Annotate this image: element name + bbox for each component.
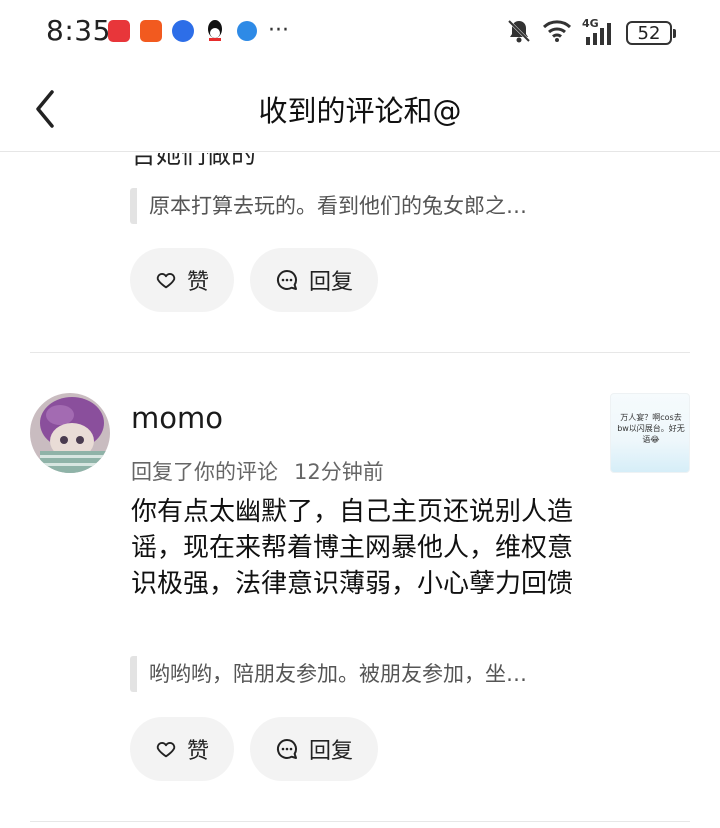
battery-indicator: 52 <box>626 21 676 45</box>
qq-icon <box>204 19 226 43</box>
avatar[interactable] <box>30 393 110 473</box>
comment-text-partial: 告她们做的 <box>131 153 257 169</box>
comment-meta: 回复了你的评论 12分钟前 <box>131 456 384 486</box>
post-thumbnail[interactable]: 万人宴？啊cos去bw以闪展台。好无语😂 <box>610 393 690 473</box>
nav-bar: 收到的评论和@ <box>0 66 720 152</box>
like-label: 赞 <box>186 739 209 764</box>
heart-icon <box>156 273 176 289</box>
heart-icon <box>156 742 176 758</box>
status-right: 4G 52 <box>506 17 676 48</box>
maps-app-icon <box>172 20 194 42</box>
wifi-icon <box>542 19 572 47</box>
status-bar: 8:35 ··· 4G 52 <box>0 0 720 66</box>
like-button[interactable]: 赞 <box>130 248 234 312</box>
comment-action: 回复了你的评论 <box>131 460 278 484</box>
comment-list[interactable]: 告她们做的 原本打算去玩的。看到他们的兔女郎之… 赞 回复 momo 回复了你的… <box>0 153 720 828</box>
news-app-icon <box>108 20 130 42</box>
quoted-comment[interactable]: 哟哟哟，陪朋友参加。被朋友参加，坐… <box>130 656 527 692</box>
comment-bubble-icon <box>276 738 297 759</box>
browser-icon <box>237 21 257 41</box>
reply-button[interactable]: 回复 <box>250 717 378 781</box>
divider <box>30 821 690 822</box>
post-thumbnail-text: 万人宴？啊cos去bw以闪展台。好无语😂 <box>617 413 685 444</box>
divider <box>30 352 690 353</box>
username[interactable]: momo <box>131 401 223 435</box>
more-dots-icon: ··· <box>268 18 289 43</box>
shopping-app-icon <box>140 20 162 42</box>
signal-icon: 4G <box>582 17 616 47</box>
like-label: 赞 <box>186 270 209 295</box>
reply-label: 回复 <box>308 739 353 764</box>
page-title: 收到的评论和@ <box>258 94 462 128</box>
like-button[interactable]: 赞 <box>130 717 234 781</box>
reply-button[interactable]: 回复 <box>250 248 378 312</box>
quoted-comment-text: 哟哟哟，陪朋友参加。被朋友参加，坐… <box>149 662 527 686</box>
comment-text[interactable]: 你有点太幽默了，自己主页还说别人造谣，现在来帮着博主网暴他人，维权意识极强，法律… <box>131 494 591 602</box>
comment-time: 12分钟前 <box>294 460 384 484</box>
reply-label: 回复 <box>308 270 353 295</box>
quoted-comment[interactable]: 原本打算去玩的。看到他们的兔女郎之… <box>130 188 527 224</box>
status-time: 8:35 <box>46 14 111 47</box>
quoted-comment-text: 原本打算去玩的。看到他们的兔女郎之… <box>149 194 527 218</box>
mute-bell-icon <box>506 18 532 48</box>
comment-bubble-icon <box>276 269 297 290</box>
